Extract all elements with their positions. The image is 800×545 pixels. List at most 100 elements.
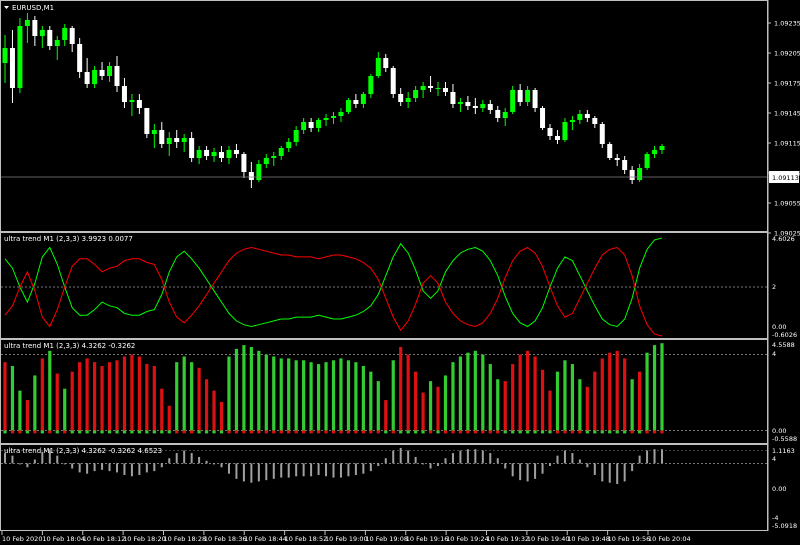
- panel2-label: ultra trend M1 (2,3,3) 4.3262 -0.3262: [4, 342, 135, 350]
- histogram-bar: [443, 375, 448, 431]
- gray-histogram-bar: [160, 463, 163, 468]
- histogram-bar: [107, 362, 112, 431]
- histogram-bar: [436, 386, 440, 431]
- histogram-base-bar: [294, 430, 298, 434]
- histogram-bar: [324, 362, 328, 431]
- histogram-bar: [100, 365, 104, 431]
- candle-body: [525, 90, 531, 102]
- candle-body: [345, 100, 351, 112]
- histogram-bar: [369, 371, 373, 431]
- histogram-bar: [40, 358, 44, 431]
- gray-histogram-bar: [86, 463, 89, 474]
- gray-histogram-bar: [227, 463, 230, 474]
- histogram-bar: [115, 360, 119, 431]
- gray-histogram-bar: [481, 450, 484, 464]
- histogram-base-bar: [600, 430, 604, 434]
- histogram-bar: [361, 365, 365, 431]
- candle-body: [457, 102, 463, 104]
- candle-body: [637, 168, 643, 180]
- candle-body: [92, 70, 98, 84]
- histogram-bar: [421, 392, 425, 431]
- histogram-bar: [533, 356, 537, 431]
- histogram-base-bar: [10, 430, 15, 434]
- histogram-base-bar: [324, 430, 328, 434]
- time-tick-label: 10 Feb 19:08: [365, 535, 408, 543]
- time-tick-label: 10 Feb 18:44: [244, 535, 287, 543]
- gray-histogram-bar: [638, 455, 641, 464]
- histogram-base-bar: [428, 430, 433, 434]
- panel3-label: ultra trend M1 (2,3,3) 4.3262 -0.3262 4.…: [4, 447, 162, 455]
- candle-body: [69, 28, 75, 44]
- candle-body: [577, 114, 583, 120]
- time-tick-label: 10 Feb 18:52: [285, 535, 328, 543]
- candle-body: [383, 58, 389, 68]
- candle-body: [442, 88, 448, 92]
- main-price-panel[interactable]: [0, 0, 768, 232]
- gray-histogram-bar: [11, 455, 14, 464]
- gray-histogram-bar: [519, 463, 522, 481]
- candle-body: [614, 158, 620, 160]
- histogram-bar: [279, 358, 283, 431]
- candle-body: [659, 146, 665, 150]
- gray-histogram-bar: [631, 463, 634, 472]
- candle-body: [219, 152, 225, 158]
- candle-body: [480, 104, 486, 108]
- candle-body: [181, 138, 187, 142]
- candle-body: [331, 116, 336, 118]
- gray-histogram-bar: [437, 463, 440, 466]
- time-axis: 10 Feb 2020 10 Feb 18:0410 Feb 18:1210 Fe…: [1, 531, 691, 543]
- histogram-base-bar: [638, 430, 642, 434]
- candle-body: [495, 110, 501, 118]
- histogram-base-bar: [190, 430, 194, 434]
- candle-body: [166, 138, 172, 144]
- gray-histogram-bar: [563, 450, 566, 464]
- ultra-trend-panel-1[interactable]: [0, 232, 768, 339]
- ultra-trend-panel-3[interactable]: [0, 444, 768, 531]
- candle-body: [323, 118, 329, 120]
- gray-histogram-bar: [474, 449, 477, 464]
- histogram-bar: [570, 364, 575, 431]
- histogram-base-bar: [316, 430, 321, 434]
- time-tick-label: 10 Feb 18:12: [83, 535, 126, 543]
- candle-body: [652, 150, 658, 154]
- candle-body: [286, 142, 292, 148]
- panel1-scale-level: 2: [772, 283, 776, 291]
- candle-body: [211, 152, 217, 156]
- candle-body: [24, 20, 30, 26]
- gray-histogram-bar: [325, 463, 328, 477]
- histogram-base-bar: [466, 430, 470, 434]
- price-tick-label: 1.09235: [774, 20, 800, 28]
- histogram-bar: [85, 358, 89, 431]
- histogram-bar: [548, 390, 552, 431]
- gray-histogram-bar: [392, 450, 395, 464]
- gray-histogram-bar: [362, 463, 365, 474]
- histogram-bar: [384, 400, 388, 431]
- trading-chart[interactable]: 1.09235 1.09205 1.09175 1.09145 1.09115 1.090…: [0, 0, 800, 545]
- candle-body: [121, 86, 127, 102]
- gray-histogram-bar: [130, 463, 133, 477]
- candle-body: [428, 86, 434, 88]
- price-tick-label: 1.09055: [774, 200, 800, 208]
- histogram-base-bar: [92, 430, 97, 434]
- histogram-bar: [391, 360, 395, 431]
- histogram-bar: [190, 362, 194, 431]
- histogram-bar: [122, 356, 127, 431]
- candle-body: [569, 120, 575, 122]
- time-tick-label: 10 Feb 19:40: [527, 535, 570, 543]
- gray-histogram-bar: [220, 463, 223, 468]
- time-tick-label: 10 Feb 18:36: [204, 535, 247, 543]
- histogram-bar: [18, 390, 22, 431]
- candle-body: [360, 94, 366, 104]
- time-tick-label: 10 Feb 19:00: [325, 535, 368, 543]
- gray-histogram-bar: [347, 463, 350, 477]
- histogram-bar: [331, 360, 336, 431]
- candle-body: [54, 40, 60, 46]
- histogram-bar: [578, 379, 582, 431]
- histogram-base-bar: [555, 430, 560, 434]
- histogram-bar: [33, 375, 37, 431]
- gray-histogram-bar: [302, 463, 305, 477]
- candle-body: [599, 124, 605, 144]
- candle-body: [293, 130, 299, 142]
- histogram-bar: [167, 405, 171, 431]
- histogram-base-bar: [361, 430, 365, 434]
